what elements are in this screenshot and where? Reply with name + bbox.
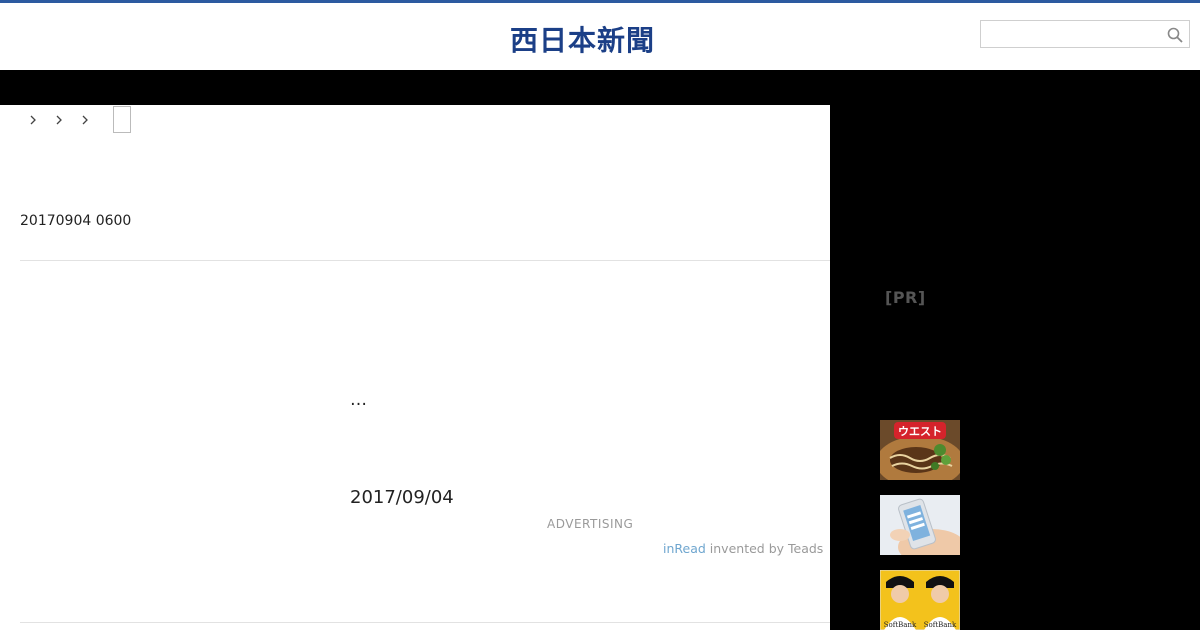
- breadcrumb-current-item[interactable]: [113, 106, 131, 133]
- pr-label: [PR]: [885, 288, 926, 307]
- article-published-date: 2017/09/04: [350, 487, 454, 508]
- noodle-ad-thumbnail[interactable]: ウエスト: [880, 420, 960, 480]
- inread-brand-link[interactable]: inRead: [663, 541, 706, 556]
- site-logo[interactable]: 西日本新聞: [510, 19, 655, 59]
- advertising-label: ADVERTISING: [547, 517, 634, 531]
- main-content: 20170904 0600 … 2017/09/04 ADVERTISING i…: [0, 105, 830, 630]
- chevron-right-icon: [82, 115, 88, 125]
- search-input[interactable]: [987, 24, 1157, 44]
- thumbnail-badge: ウエスト: [898, 425, 942, 438]
- chevron-right-icon: [30, 115, 36, 125]
- divider: [20, 622, 830, 623]
- inread-tagline: invented by Teads: [705, 541, 824, 556]
- site-header: 西日本新聞: [0, 3, 1200, 70]
- article-body-excerpt: …: [350, 390, 367, 410]
- divider: [20, 260, 830, 261]
- article-dateline: 20170904 0600: [20, 213, 132, 229]
- chevron-right-icon: [56, 115, 62, 125]
- thumbnail-caption: SoftBank: [924, 621, 957, 629]
- search-box[interactable]: [980, 20, 1190, 48]
- smartphone-ad-thumbnail[interactable]: [880, 495, 960, 555]
- thumbnail-caption: SoftBank: [884, 621, 917, 629]
- global-nav-bar: [0, 70, 1200, 105]
- baseball-players-ad-thumbnail[interactable]: SoftBank SoftBank: [880, 570, 960, 630]
- inread-attribution[interactable]: inRead invented by Teads: [663, 541, 823, 556]
- search-icon[interactable]: [1167, 27, 1183, 43]
